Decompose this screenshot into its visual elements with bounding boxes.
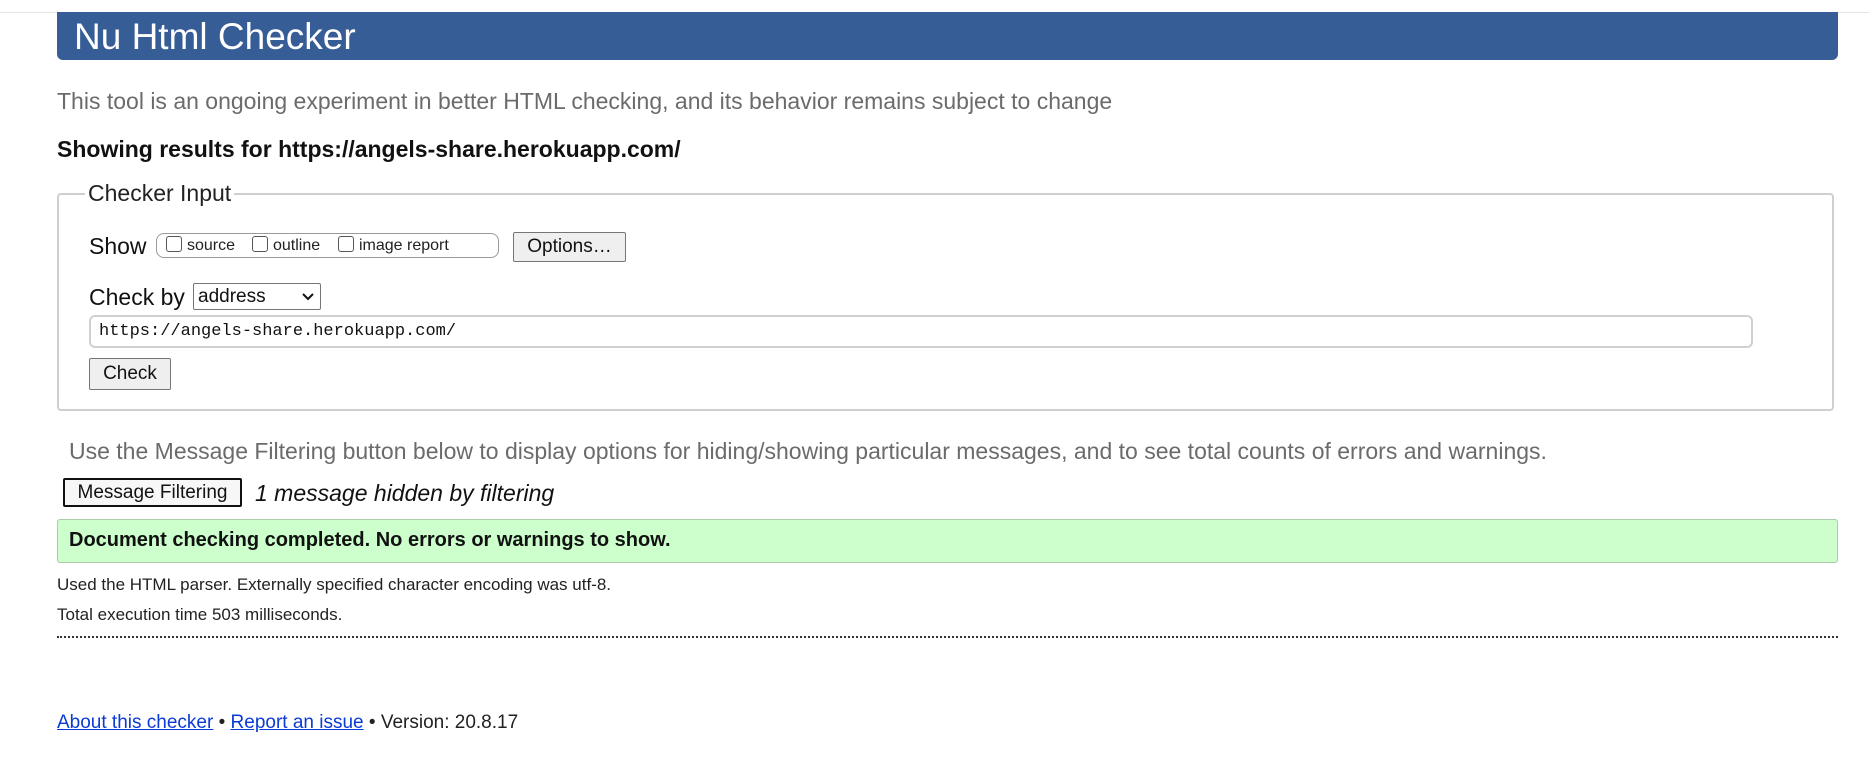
report-issue-link[interactable]: Report an issue [231, 712, 364, 733]
show-options-group: source outline image report [156, 233, 499, 258]
version-text: Version: 20.8.17 [380, 712, 519, 733]
page-title: Nu Html Checker [74, 16, 356, 57]
check-by-label: Check by [89, 284, 185, 310]
parser-info: Used the HTML parser. Externally specifi… [57, 575, 612, 594]
source-checkbox-label[interactable]: source [187, 237, 235, 255]
check-by-select[interactable]: address [193, 283, 321, 310]
dotted-divider [57, 636, 1838, 638]
url-input[interactable]: https://angels-share.herokuapp.com/ [89, 315, 1753, 348]
hidden-messages-count: 1 message hidden by filtering [255, 480, 555, 506]
success-message: Document checking completed. No errors o… [69, 529, 671, 551]
checker-input-fieldset: Checker Input Show source outline image … [57, 178, 1834, 411]
checker-input-legend: Checker Input [85, 178, 235, 208]
execution-time: Total execution time 503 milliseconds. [57, 605, 343, 624]
check-button[interactable]: Check [89, 358, 171, 390]
results-heading: Showing results for https://angels-share… [57, 136, 681, 162]
chevron-down-icon [302, 293, 314, 301]
source-checkbox[interactable] [166, 236, 182, 252]
about-checker-link[interactable]: About this checker [57, 712, 213, 733]
image-report-checkbox-label[interactable]: image report [359, 237, 449, 255]
check-by-selected-value: address [198, 286, 266, 307]
footer-separator: • [368, 712, 376, 733]
show-label: Show [89, 233, 147, 259]
filtering-help-text: Use the Message Filtering button below t… [69, 438, 1547, 464]
tagline: This tool is an ongoing experiment in be… [57, 88, 1113, 114]
header-bar: Nu Html Checker [57, 12, 1838, 60]
outline-checkbox-label[interactable]: outline [273, 237, 320, 255]
footer: About this checker • Report an issue • V… [57, 712, 518, 734]
outline-checkbox[interactable] [252, 236, 268, 252]
page: Nu Html Checker This tool is an ongoing … [0, 0, 1869, 765]
footer-separator: • [218, 712, 226, 733]
success-message-box: Document checking completed. No errors o… [57, 519, 1838, 563]
message-filtering-button[interactable]: Message Filtering [63, 478, 242, 507]
options-button[interactable]: Options… [513, 232, 626, 262]
image-report-checkbox[interactable] [338, 236, 354, 252]
